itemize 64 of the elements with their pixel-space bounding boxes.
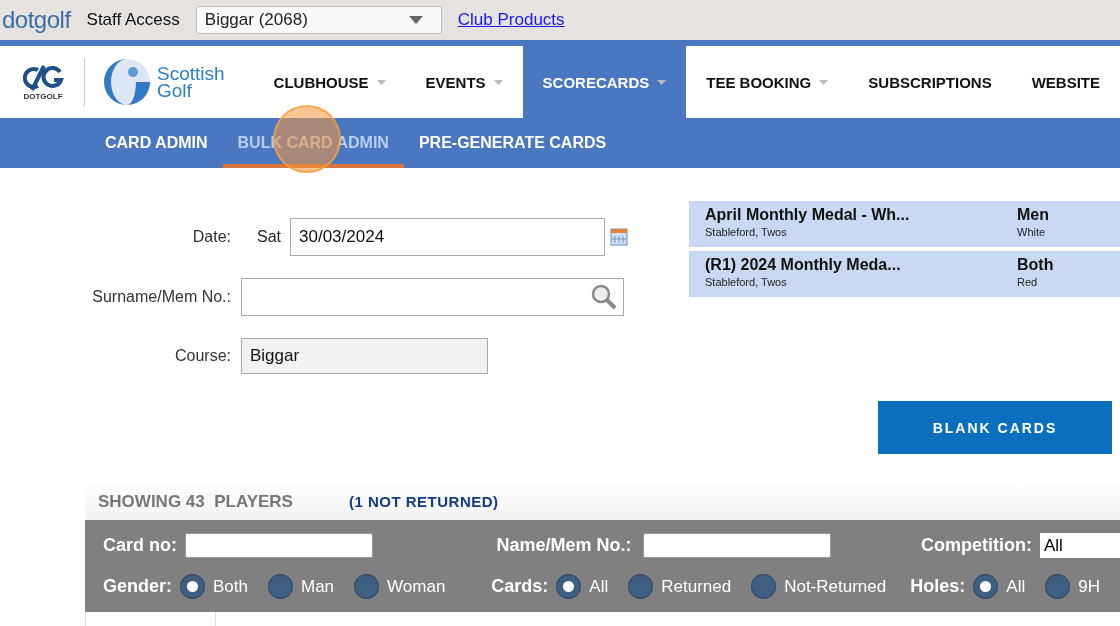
competition-tee: White: [1017, 226, 1047, 238]
radio-button[interactable]: [973, 574, 999, 599]
nav-tab[interactable]: SUBSCRIPTIONS: [848, 46, 1012, 118]
dg-logo-icon: [22, 63, 64, 92]
date-field[interactable]: 30/03/2024: [290, 218, 605, 256]
competition-select[interactable]: All: [1040, 533, 1120, 558]
competition-row[interactable]: (R1) 2024 Monthly Meda... Stableford, Twos Both Red: [689, 251, 1120, 297]
competition-row[interactable]: April Monthly Medal - Wh... Stableford, Twos Men White: [689, 201, 1120, 247]
dropdown-arrow-icon[interactable]: [408, 16, 423, 24]
card-no-label: Card no:: [103, 535, 177, 556]
course-label: Course:: [173, 347, 232, 365]
competition-name: April Monthly Medal - Wh...: [705, 206, 911, 224]
radio-group-label: Holes:: [910, 576, 966, 597]
competition-gender: Men: [1017, 206, 1050, 224]
radio-button[interactable]: [268, 574, 293, 599]
radio-button[interactable]: [556, 574, 582, 599]
name-label: Name/Mem No.:: [496, 535, 632, 556]
radio-label: Not-Returned: [784, 576, 887, 597]
card-no-field[interactable]: [185, 533, 373, 558]
nav-tab[interactable]: SCORECARDS: [522, 46, 687, 118]
radio-button[interactable]: [354, 574, 380, 599]
radio-label: All: [589, 576, 609, 597]
subnav-tab[interactable]: PRE-GENERATE CARDS: [403, 118, 622, 168]
competition-name: (R1) 2024 Monthly Meda...: [705, 256, 902, 274]
radio-label: Woman: [387, 576, 446, 597]
nav-tab[interactable]: EVENTS: [405, 46, 523, 118]
nav-tab[interactable]: WEBSITE: [1011, 46, 1120, 118]
radio-group-label: Cards:: [491, 576, 549, 597]
radio-label: 9H: [1078, 576, 1100, 597]
competition-format: Stableford, Twos: [705, 226, 788, 238]
course-field: Biggar: [241, 338, 488, 374]
name-field[interactable]: [643, 533, 832, 558]
radio-label: Both: [213, 576, 248, 597]
nav-tab[interactable]: TEE BOOKING: [686, 46, 849, 118]
club-products-link[interactable]: Club Products: [457, 10, 565, 30]
nav-tab[interactable]: CLUBHOUSE: [253, 46, 406, 118]
calendar-icon[interactable]: [610, 228, 628, 246]
dotgolf-logo[interactable]: dotgolf: [2, 6, 71, 34]
subnav-tab[interactable]: CARD ADMIN: [90, 118, 223, 168]
golf-ball-icon: [103, 58, 151, 106]
competition-tee: Red: [1017, 276, 1039, 288]
radio-button[interactable]: [1045, 574, 1071, 599]
surname-label: Surname/Mem No.:: [91, 288, 232, 306]
staff-access-label: Staff Access: [86, 10, 180, 30]
radio-button[interactable]: [751, 574, 777, 599]
competition-format: Stableford, Twos: [705, 276, 788, 288]
radio-group-label: Gender:: [103, 576, 172, 597]
scottish-golf-logo: Scottish Golf: [157, 65, 226, 99]
radio-button[interactable]: [180, 574, 205, 599]
blank-cards-button[interactable]: BLANK CARDS: [878, 401, 1112, 454]
radio-button[interactable]: [628, 574, 654, 599]
surname-field[interactable]: [241, 278, 624, 316]
search-icon[interactable]: [591, 284, 617, 310]
club-select[interactable]: Biggar (2068): [195, 6, 442, 34]
competition-label: Competition:: [921, 535, 1032, 556]
radio-label: All: [1006, 576, 1026, 597]
radio-label: Man: [301, 576, 335, 597]
player-count: SHOWING 43 PLAYERS: [98, 491, 293, 512]
date-label: Date:: [191, 228, 232, 246]
dotgolf-caption: DOTGOLF: [23, 91, 63, 101]
competition-gender: Both: [1017, 256, 1055, 274]
weekday-text: Sat: [257, 228, 281, 246]
not-returned-count: (1 NOT RETURNED): [348, 493, 499, 510]
radio-label: Returned: [661, 576, 732, 597]
